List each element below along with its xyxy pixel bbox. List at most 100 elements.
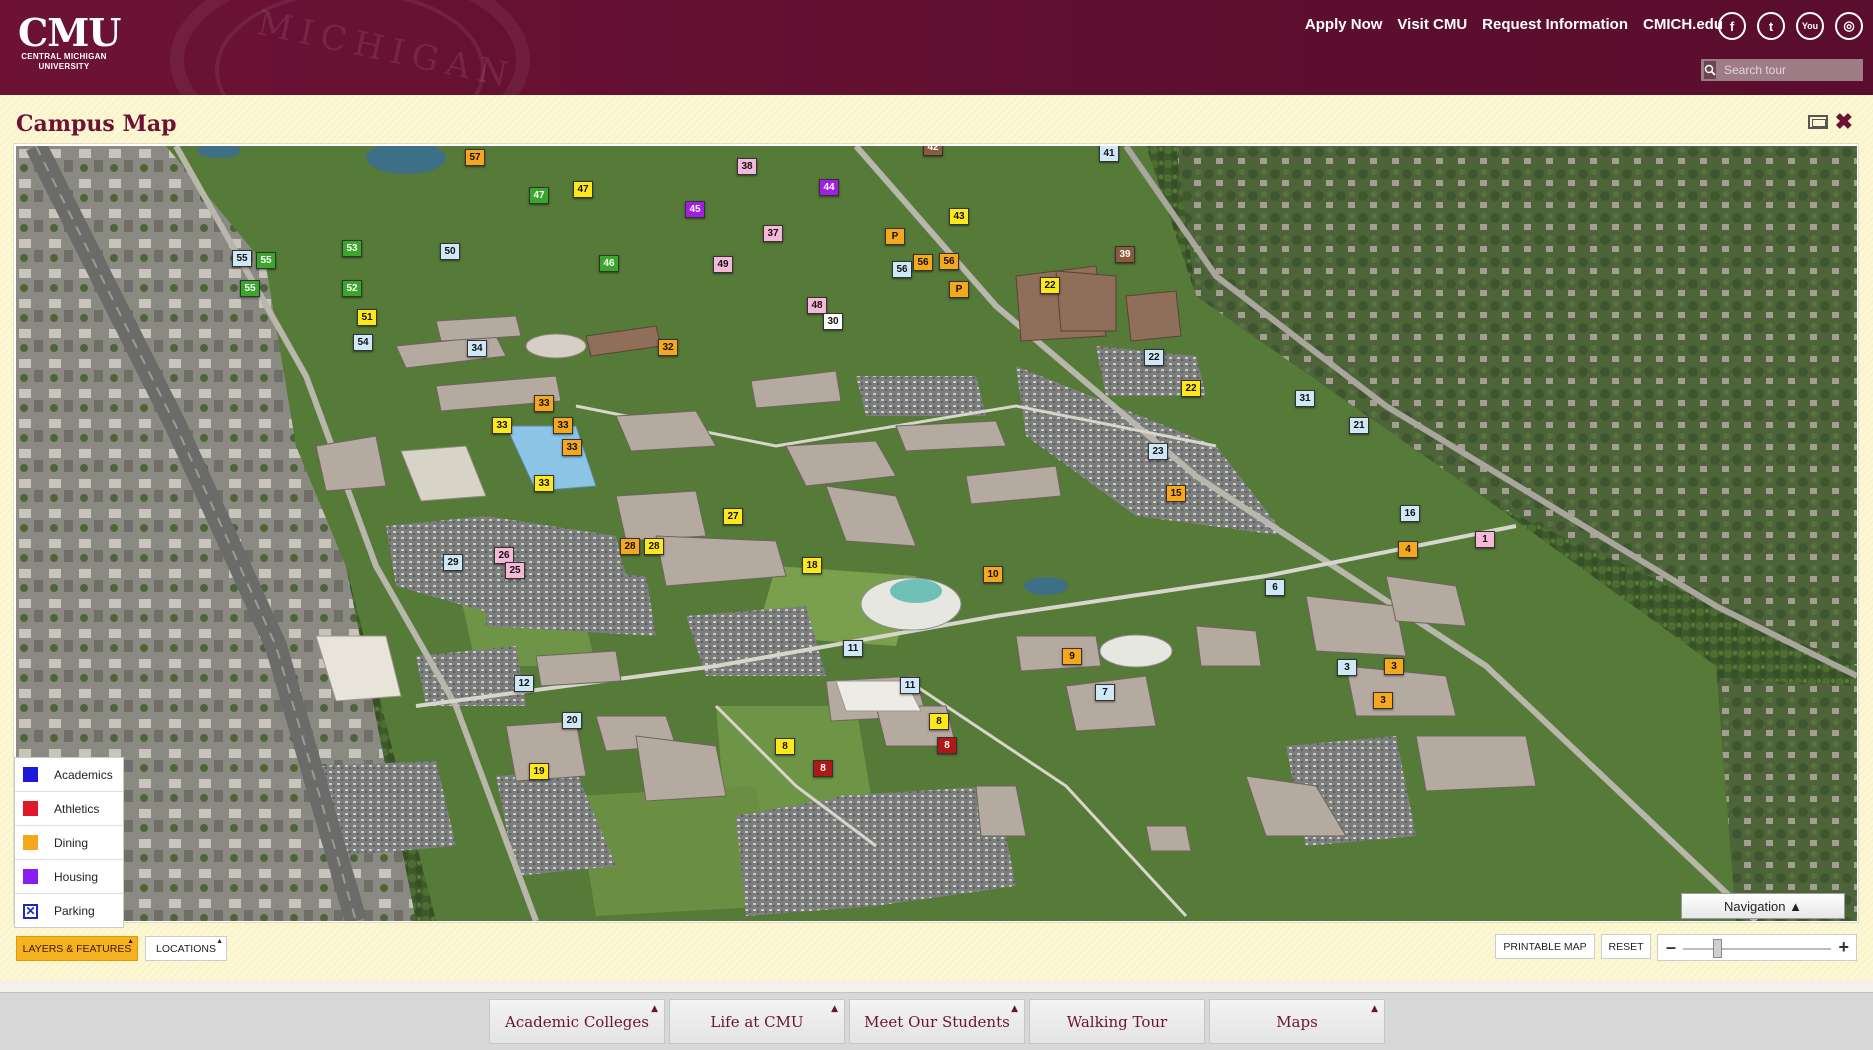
map-marker[interactable]: 53 <box>342 240 362 257</box>
legend-item-housing[interactable]: Housing <box>15 860 123 894</box>
fullscreen-icon[interactable] <box>1808 115 1828 129</box>
search-tour-input[interactable] <box>1716 61 1873 79</box>
twitter-icon[interactable]: t <box>1757 12 1785 40</box>
tab-walking-tour[interactable]: Walking Tour <box>1029 999 1205 1044</box>
map-marker[interactable]: 55 <box>232 250 252 267</box>
map-marker[interactable]: 3 <box>1373 692 1393 709</box>
map-marker[interactable]: 43 <box>949 208 969 225</box>
map-marker[interactable]: 3 <box>1337 659 1357 676</box>
map-marker[interactable]: 8 <box>813 760 833 777</box>
map-marker[interactable]: 25 <box>505 562 525 579</box>
map-marker[interactable]: 55 <box>256 252 276 269</box>
map-marker[interactable]: 21 <box>1349 417 1369 434</box>
tab-meet-our-students[interactable]: Meet Our Students ▲ <box>849 999 1025 1044</box>
map-marker[interactable]: P <box>885 228 905 245</box>
map-marker[interactable]: 41 <box>1099 146 1119 162</box>
map-marker[interactable]: 51 <box>357 309 377 326</box>
map-marker[interactable]: 11 <box>900 677 920 694</box>
map-marker[interactable]: 31 <box>1295 390 1315 407</box>
map-marker[interactable]: 8 <box>929 713 949 730</box>
map-marker[interactable]: 54 <box>353 334 373 351</box>
map-marker[interactable]: 9 <box>1062 648 1082 665</box>
map-marker[interactable]: P <box>949 281 969 298</box>
map-marker[interactable]: 34 <box>467 340 487 357</box>
map-marker[interactable]: 12 <box>514 675 534 692</box>
legend-item-dining[interactable]: Dining <box>15 826 123 860</box>
map-marker[interactable]: 7 <box>1095 684 1115 701</box>
zoom-out-button[interactable]: – <box>1666 938 1676 956</box>
reset-button[interactable]: RESET <box>1601 934 1651 959</box>
map-marker[interactable]: 19 <box>529 763 549 780</box>
map-marker[interactable]: 50 <box>440 243 460 260</box>
map-marker[interactable]: 37 <box>763 225 783 242</box>
map-marker[interactable]: 28 <box>620 538 640 555</box>
map-marker[interactable]: 47 <box>529 187 549 204</box>
map-marker[interactable]: 33 <box>562 439 582 456</box>
map-marker[interactable]: 46 <box>599 255 619 272</box>
map-marker[interactable]: 6 <box>1265 579 1285 596</box>
map-marker[interactable]: 28 <box>644 538 664 555</box>
close-map-button[interactable]: ✖ <box>1835 109 1853 135</box>
apply-now-link[interactable]: Apply Now <box>1305 16 1383 33</box>
map-marker[interactable]: 18 <box>802 557 822 574</box>
map-marker[interactable]: 8 <box>775 738 795 755</box>
search-icon[interactable] <box>1704 61 1716 79</box>
map-marker[interactable]: 23 <box>1148 443 1168 460</box>
map-marker[interactable]: 11 <box>843 640 863 657</box>
map-marker[interactable]: 33 <box>492 417 512 434</box>
map-marker[interactable]: 16 <box>1400 505 1420 522</box>
map-marker[interactable]: 52 <box>342 280 362 297</box>
map-marker[interactable]: 33 <box>534 395 554 412</box>
instagram-icon[interactable]: ◎ <box>1835 12 1863 40</box>
legend-item-parking[interactable]: ✕ Parking <box>15 894 123 928</box>
map-marker[interactable]: 29 <box>443 554 463 571</box>
map-marker[interactable]: 56 <box>913 254 933 271</box>
request-information-link[interactable]: Request Information <box>1482 16 1628 33</box>
navigation-button[interactable]: Navigation ▲ <box>1681 893 1845 919</box>
map-marker[interactable]: 45 <box>685 201 705 218</box>
map-marker[interactable]: 27 <box>723 508 743 525</box>
tab-maps[interactable]: Maps ▲ <box>1209 999 1385 1044</box>
map-marker[interactable]: 57 <box>465 149 485 166</box>
map-marker[interactable]: 47 <box>573 181 593 198</box>
map-marker[interactable]: 33 <box>534 475 554 492</box>
map-marker[interactable]: 1 <box>1475 531 1495 548</box>
map-marker[interactable]: 22 <box>1144 349 1164 366</box>
map-marker[interactable]: 49 <box>713 256 733 273</box>
facebook-icon[interactable]: f <box>1718 12 1746 40</box>
locations-button[interactable]: LOCATIONS ▲ <box>145 936 227 961</box>
legend-item-athletics[interactable]: Athletics <box>15 792 123 826</box>
cmich-edu-link[interactable]: CMICH.edu <box>1643 16 1723 33</box>
printable-map-button[interactable]: PRINTABLE MAP <box>1495 934 1595 959</box>
zoom-slider-handle[interactable] <box>1713 939 1722 958</box>
map-marker[interactable]: 22 <box>1181 380 1201 397</box>
visit-cmu-link[interactable]: Visit CMU <box>1397 16 1467 33</box>
tab-academic-colleges[interactable]: Academic Colleges ▲ <box>489 999 665 1044</box>
map-marker[interactable]: 10 <box>983 566 1003 583</box>
map-marker[interactable]: 39 <box>1115 246 1135 263</box>
map-marker[interactable]: 22 <box>1040 277 1060 294</box>
map-marker[interactable]: 56 <box>939 253 959 270</box>
tab-life-at-cmu[interactable]: Life at CMU ▲ <box>669 999 845 1044</box>
map-marker[interactable]: 20 <box>562 712 582 729</box>
cmu-logo[interactable]: CMU CENTRAL MICHIGAN UNIVERSITY <box>18 14 121 72</box>
layers-features-button[interactable]: LAYERS & FEATURES ▲ <box>16 936 138 961</box>
map-marker[interactable]: 15 <box>1166 485 1186 502</box>
zoom-slider-track[interactable] <box>1683 948 1831 950</box>
zoom-in-button[interactable]: + <box>1838 938 1849 956</box>
map-marker[interactable]: 44 <box>819 179 839 196</box>
map-marker[interactable]: 48 <box>807 297 827 314</box>
map-marker[interactable]: 32 <box>658 339 678 356</box>
map-marker[interactable]: 38 <box>737 158 757 175</box>
map-marker[interactable]: 8 <box>937 737 957 754</box>
map-marker[interactable]: 30 <box>823 313 843 330</box>
map-marker[interactable]: 33 <box>553 417 573 434</box>
map-marker[interactable]: 4 <box>1398 541 1418 558</box>
legend-item-academics[interactable]: Academics <box>15 758 123 792</box>
map-marker[interactable]: 3 <box>1384 658 1404 675</box>
map-marker[interactable]: 56 <box>892 261 912 278</box>
map-marker[interactable]: 55 <box>240 280 260 297</box>
campus-aerial-map[interactable]: 57 47 47 38 44 45 37 42 41 43 P 56 56 56 P 39 22 22 22 31 21… <box>16 146 1857 921</box>
map-marker[interactable]: 42 <box>923 146 943 156</box>
youtube-icon[interactable]: You <box>1796 12 1824 40</box>
